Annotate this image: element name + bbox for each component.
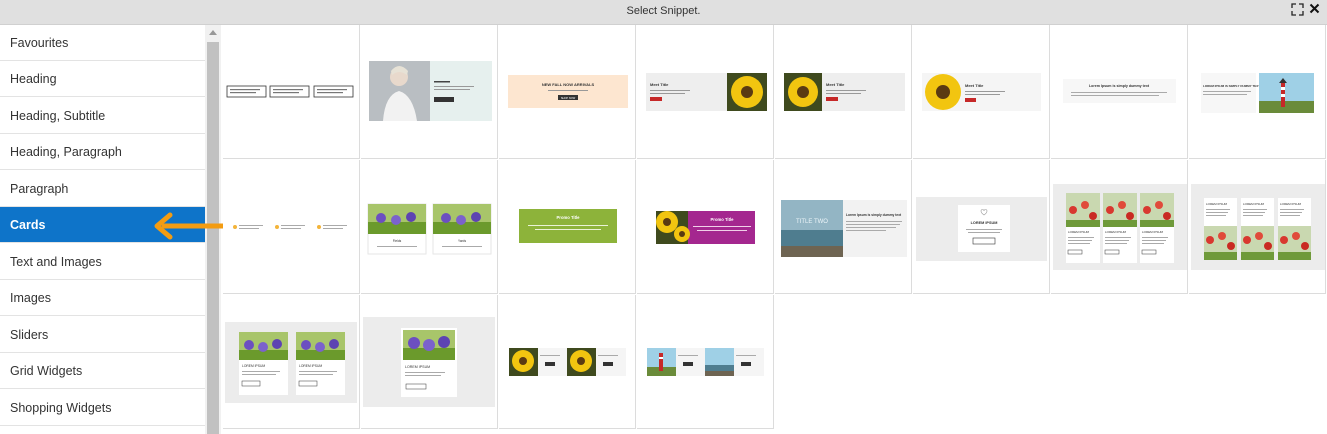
snippet-tile-14[interactable]: LOREM IPSUM — [913, 160, 1050, 294]
snippet-tile-4[interactable]: Meet Title — [637, 25, 774, 159]
snippet-heading: NEW FALL NOW ARRIVALS — [542, 82, 595, 87]
snippet-tile-3[interactable]: NEW FALL NOW ARRIVALS SHOP NOW — [499, 25, 636, 159]
card-heading: LOREM IPSUM — [1280, 202, 1302, 206]
card-heading: LOREM IPSUM — [242, 364, 265, 368]
snippet-tile-6[interactable]: Meet Title — [913, 25, 1050, 159]
sidebar-item-grid-widgets[interactable]: Grid Widgets — [0, 353, 205, 389]
snippet-preview — [509, 348, 626, 376]
arrow-annotation-icon — [154, 212, 232, 240]
snippet-tile-2[interactable] — [361, 25, 498, 159]
snippet-tile-17[interactable]: LOREM IPSUM LOREM IPSUM — [223, 295, 360, 429]
snippet-tile-12[interactable]: Promo Title — [637, 160, 774, 294]
card-caption: Yards — [458, 239, 466, 243]
sidebar-item-shopping-widgets[interactable]: Shopping Widgets — [0, 390, 205, 426]
snippet-preview: LOREM IPSUM LOREM IPSUM — [225, 322, 357, 403]
snippet-tile-18[interactable]: LOREM IPSUM — [361, 295, 498, 429]
snippet-preview: LOREM IPSUM — [363, 317, 495, 407]
sidebar-item-heading-paragraph[interactable]: Heading, Paragraph — [0, 134, 205, 170]
snippet-preview: TITLE TWO Lorem Ipsum is simply dummy te… — [781, 200, 907, 257]
snippet-tile-11[interactable]: Promo Title — [499, 160, 636, 294]
card-heading: LOREM IPSUM — [1206, 202, 1228, 206]
card-heading: LOREM IPSUM — [1142, 230, 1164, 234]
sidebar-item-text-and-images[interactable]: Text and Images — [0, 244, 205, 280]
snippet-heading: Meet Title — [826, 82, 845, 87]
card-heading: LOREM IPSUM — [1243, 202, 1265, 206]
snippet-preview: LOREM IPSUM LOREM IPSUM LOREM IPSUM — [1053, 184, 1187, 270]
snippet-tile-7[interactable]: Lorem Ipsum is simply dummy text — [1051, 25, 1188, 159]
snippet-tile-5[interactable]: Meet Title — [775, 25, 912, 159]
snippet-preview: Promo Title — [519, 209, 617, 243]
snippet-preview — [647, 348, 764, 376]
snippet-heading: LOREM IPSUM IS SIMPLY DUMMY TEXT — [1203, 84, 1260, 88]
snippet-heading: Promo Title — [711, 217, 735, 222]
snippet-tile-19[interactable] — [499, 295, 636, 429]
snippet-tile-1[interactable] — [223, 25, 360, 159]
snippet-heading: Meet Title — [965, 83, 984, 88]
snippet-tile-8[interactable]: LOREM IPSUM IS SIMPLY DUMMY TEXT — [1189, 25, 1326, 159]
expand-icon[interactable] — [1291, 3, 1304, 19]
snippet-tile-9[interactable] — [223, 160, 360, 294]
snippet-grid: NEW FALL NOW ARRIVALS SHOP NOW Meet Titl… — [223, 25, 1327, 434]
snippet-heading: Lorem Ipsum is simply dummy text — [1089, 84, 1150, 88]
sidebar-item-paragraph[interactable]: Paragraph — [0, 171, 205, 207]
snippet-preview: Meet Title — [922, 73, 1041, 111]
dialog-title: Select Snippet. — [626, 5, 701, 17]
sidebar-item-favourites[interactable]: Favourites — [0, 25, 205, 61]
snippet-preview: Promo Title — [656, 211, 755, 244]
snippet-button: SHOP NOW — [561, 96, 576, 100]
snippet-heading: Lorem Ipsum is simply dummy text — [846, 213, 902, 217]
snippet-heading: Meet Title — [650, 82, 669, 87]
snippet-preview: Lorem Ipsum is simply dummy text — [1063, 79, 1176, 103]
scroll-up-icon[interactable] — [209, 30, 217, 35]
sidebar-item-heading-subtitle[interactable]: Heading, Subtitle — [0, 98, 205, 134]
snippet-preview — [369, 61, 492, 121]
snippet-heading: LOREM IPSUM — [971, 221, 998, 225]
card-heading: LOREM IPSUM — [299, 364, 322, 368]
sidebar-item-images[interactable]: Images — [0, 280, 205, 316]
card-caption: Fields — [393, 239, 402, 243]
snippet-preview: LOREM IPSUM — [916, 197, 1047, 261]
snippet-tile-13[interactable]: TITLE TWO Lorem Ipsum is simply dummy te… — [775, 160, 912, 294]
snippet-tile-20[interactable] — [637, 295, 774, 429]
snippet-preview — [233, 225, 347, 229]
snippet-preview: Meet Title — [646, 73, 767, 111]
card-heading: LOREM IPSUM — [1068, 230, 1090, 234]
snippet-preview: LOREM IPSUM IS SIMPLY DUMMY TEXT — [1201, 73, 1314, 113]
card-heading: LOREM IPSUM — [1105, 230, 1127, 234]
close-icon[interactable] — [1309, 3, 1320, 17]
sidebar-item-sliders[interactable]: Sliders — [0, 317, 205, 353]
snippet-preview: Meet Title — [784, 73, 905, 111]
snippet-heading: Promo Title — [557, 215, 581, 220]
snippet-preview: Fields Yards — [367, 203, 492, 255]
snippet-tile-16[interactable]: LOREM IPSUM LOREM IPSUM LOREM IPSUM — [1189, 160, 1326, 294]
snippet-tile-10[interactable]: Fields Yards — [361, 160, 498, 294]
snippet-preview: NEW FALL NOW ARRIVALS SHOP NOW — [508, 75, 628, 108]
sidebar-item-heading[interactable]: Heading — [0, 61, 205, 97]
dialog-titlebar: Select Snippet. — [0, 0, 1327, 25]
snippet-preview — [226, 85, 354, 98]
overlay-title: TITLE TWO — [796, 219, 828, 225]
snippet-tile-15[interactable]: LOREM IPSUM LOREM IPSUM LOREM IPSUM — [1051, 160, 1188, 294]
card-heading: LOREM IPSUM — [405, 365, 430, 369]
snippet-preview: LOREM IPSUM LOREM IPSUM LOREM IPSUM — [1191, 184, 1325, 270]
